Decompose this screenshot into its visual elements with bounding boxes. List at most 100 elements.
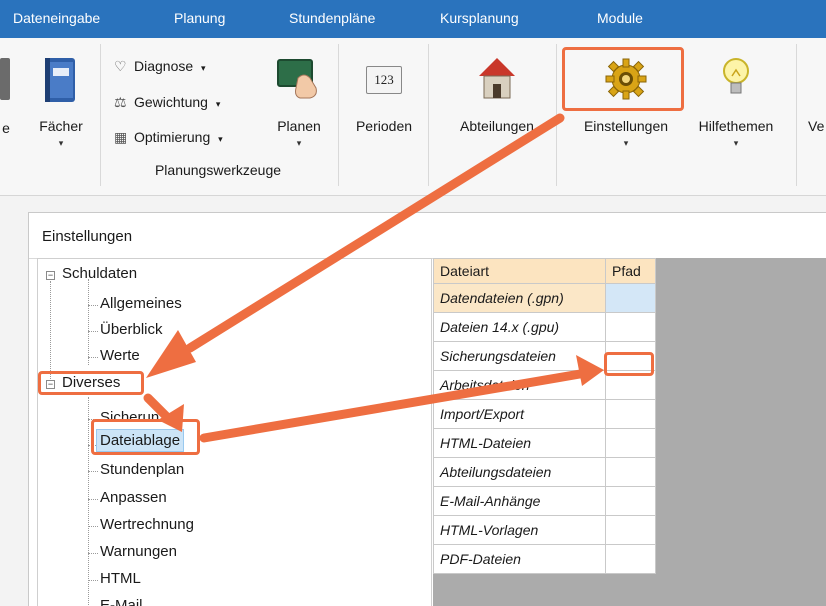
optimierung-dropdown-icon: ▾ — [218, 134, 223, 144]
table-cell-dateiart[interactable]: HTML-Dateien — [433, 428, 606, 458]
gewichtung-dropdown-icon: ▾ — [215, 99, 221, 109]
table-row[interactable]: E-Mail-Anhänge — [433, 486, 656, 516]
table-row[interactable]: Datendateien (.gpn) — [433, 283, 656, 313]
menu-module[interactable]: Module — [597, 10, 643, 26]
planen-button[interactable]: Planen ▾ — [268, 52, 330, 162]
tree-item-anpassen[interactable]: Anpassen — [100, 489, 167, 506]
tree-guide-line — [88, 279, 89, 365]
tree-item-wertrechnung[interactable]: Wertrechnung — [100, 516, 194, 533]
table-cell-dateiart[interactable]: Import/Export — [433, 399, 606, 429]
perioden-label: Perioden — [355, 118, 413, 134]
highlight-einstellungen — [562, 47, 684, 111]
table-cell-dateiart[interactable]: Arbeitsdateien — [433, 370, 606, 400]
ribbon-cut-right-label: Ve — [808, 118, 825, 134]
table-row[interactable]: Import/Export — [433, 399, 656, 429]
scale-icon: ⚖ — [114, 94, 127, 110]
table-cell-dateiart[interactable]: Datendateien (.gpn) — [433, 283, 606, 313]
tree-item-stundenplan[interactable]: Stundenplan — [100, 461, 184, 478]
planungswerkzeuge-label: Planungswerkzeuge — [154, 162, 282, 178]
diagnose-button[interactable]: ♡ Diagnose ▾ — [114, 58, 206, 75]
tree-guide-line — [88, 499, 98, 500]
table-cell-pfad[interactable] — [605, 457, 656, 487]
table-cell-pfad[interactable] — [605, 428, 656, 458]
ribbon-separator — [428, 44, 429, 186]
ribbon: e Fächer ▾ ♡ Diagnose ▾ ⚖ Gewichtung ▾ ▦ Op… — [0, 38, 826, 196]
table-row[interactable]: Dateien 14.x (.gpu) — [433, 312, 656, 342]
einstellungen-label: Einstellungen — [583, 118, 669, 134]
table-row[interactable]: Abteilungsdateien — [433, 457, 656, 487]
table-cell-pfad[interactable] — [605, 399, 656, 429]
abteilungen-label: Abteilungen — [460, 118, 534, 134]
hilfethemen-button[interactable]: Hilfethemen ▾ — [684, 52, 788, 162]
perioden-button[interactable]: 123 Perioden — [346, 52, 422, 162]
optimierung-label: Optimierung — [134, 129, 211, 145]
tree-item-html[interactable]: HTML — [100, 570, 141, 587]
planen-label: Planen — [277, 118, 321, 134]
tree-guide-line — [88, 305, 98, 306]
faecher-label: Fächer — [39, 118, 83, 134]
ribbon-cut-left-button[interactable]: e — [0, 120, 12, 140]
planen-dropdown-icon: ▾ — [296, 138, 302, 148]
menu-bar: Dateneingabe Planung Stundenpläne Kurspl… — [0, 0, 826, 38]
menu-kursplanung[interactable]: Kursplanung — [440, 10, 519, 26]
faecher-dropdown-icon: ▾ — [58, 138, 64, 148]
tree-item-email[interactable]: E-Mail — [100, 597, 143, 606]
perioden-icon-text: 123 — [374, 72, 394, 87]
ribbon-separator — [338, 44, 339, 186]
table-cell-dateiart[interactable]: E-Mail-Anhänge — [433, 486, 606, 516]
table-row[interactable]: HTML-Dateien — [433, 428, 656, 458]
einstellungen-dropdown-icon: ▾ — [623, 138, 629, 148]
table-cell-dateiart[interactable]: PDF-Dateien — [433, 544, 606, 574]
diagnose-dropdown-icon: ▾ — [201, 63, 206, 73]
table-cell-pfad[interactable] — [605, 544, 656, 574]
tree-guide-line — [88, 357, 98, 358]
lightbulb-icon — [723, 58, 749, 94]
table-cell-pfad[interactable] — [605, 515, 656, 545]
tree-item-allgemeines[interactable]: Allgemeines — [100, 295, 182, 312]
hand-board-icon — [277, 59, 317, 99]
table-cell-dateiart[interactable]: HTML-Vorlagen — [433, 515, 606, 545]
tree-guide-line — [88, 331, 98, 332]
table-cell-dateiart[interactable]: Dateien 14.x (.gpu) — [433, 312, 606, 342]
optimierung-button[interactable]: ▦ Optimierung ▾ — [114, 129, 223, 146]
stethoscope-icon: ♡ — [114, 58, 127, 74]
menu-stundenplaene[interactable]: Stundenpläne — [289, 10, 375, 26]
tree-item-warnungen[interactable]: Warnungen — [100, 543, 177, 560]
tree-item-schuldaten[interactable]: Schuldaten — [62, 265, 137, 282]
file-path-grid: Dateiart Pfad Datendateien (.gpn) Dateie… — [433, 258, 826, 606]
table-cell-pfad[interactable] — [605, 486, 656, 516]
ribbon-cut-right-button[interactable]: Ve — [808, 52, 826, 162]
table-row[interactable]: HTML-Vorlagen — [433, 515, 656, 545]
table-cell-dateiart[interactable]: Sicherungsdateien — [433, 341, 606, 371]
file-path-table: Dateiart Pfad Datendateien (.gpn) Dateie… — [433, 258, 656, 574]
ribbon-separator — [796, 44, 797, 186]
abteilungen-button[interactable]: Abteilungen — [444, 52, 550, 162]
table-cell-dateiart[interactable]: Abteilungsdateien — [433, 457, 606, 487]
ribbon-cut-left-label: e — [2, 120, 10, 136]
menu-dateneingabe[interactable]: Dateneingabe — [13, 10, 100, 26]
column-header-dateiart[interactable]: Dateiart — [433, 258, 606, 284]
diagnose-label: Diagnose — [134, 58, 194, 74]
calculator-icon: ▦ — [114, 129, 128, 145]
calendar-123-icon: 123 — [366, 66, 402, 94]
planungswerkzeuge-group-label: Planungswerkzeuge — [100, 162, 336, 182]
gewichtung-button[interactable]: ⚖ Gewichtung ▾ — [114, 94, 220, 111]
faecher-button[interactable]: Fächer ▾ — [30, 52, 92, 162]
menu-planung[interactable]: Planung — [174, 10, 225, 26]
table-row[interactable]: PDF-Dateien — [433, 544, 656, 574]
dialog-title: Einstellungen — [42, 228, 133, 245]
gewichtung-label: Gewichtung — [134, 94, 208, 110]
tree-item-ueberblick[interactable]: Überblick — [100, 321, 163, 338]
collapse-schuldaten-icon[interactable]: − — [46, 271, 55, 280]
tree-guide-line — [88, 580, 98, 581]
tree-guide-line — [50, 281, 51, 381]
hilfethemen-dropdown-icon: ▾ — [733, 138, 739, 148]
book-icon — [45, 58, 75, 102]
table-cell-pfad[interactable] — [605, 312, 656, 342]
column-header-pfad[interactable]: Pfad — [605, 258, 656, 284]
table-header-row: Dateiart Pfad — [433, 258, 656, 284]
tree-guide-line — [88, 471, 98, 472]
highlight-pfad-cell — [604, 352, 654, 376]
tree-item-werte[interactable]: Werte — [100, 347, 140, 364]
table-cell-pfad[interactable] — [605, 283, 656, 313]
